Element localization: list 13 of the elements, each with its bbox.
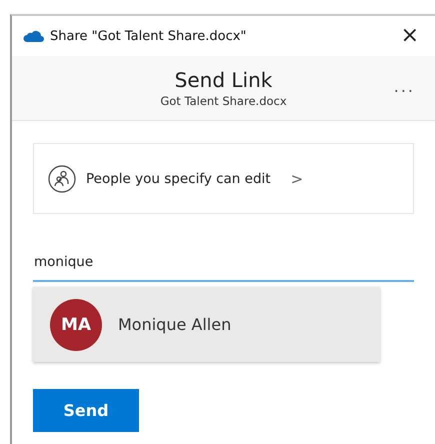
window-title: Share "Got Talent Share.docx" bbox=[50, 28, 248, 44]
dialog-title: Send Link bbox=[174, 68, 272, 92]
cloud-icon bbox=[22, 30, 44, 42]
more-button[interactable]: ... bbox=[388, 76, 421, 97]
permission-button[interactable]: People you specify can edit > bbox=[33, 143, 414, 214]
avatar: MA bbox=[50, 298, 102, 350]
suggestion-item[interactable]: MA Monique Allen bbox=[33, 287, 380, 362]
close-button[interactable]: × bbox=[396, 25, 423, 47]
recipient-field[interactable]: monique bbox=[33, 254, 414, 282]
contact-name: Monique Allen bbox=[118, 315, 232, 334]
send-button[interactable]: Send bbox=[33, 389, 139, 432]
people-icon bbox=[48, 164, 76, 192]
file-name: Got Talent Share.docx bbox=[160, 94, 287, 108]
